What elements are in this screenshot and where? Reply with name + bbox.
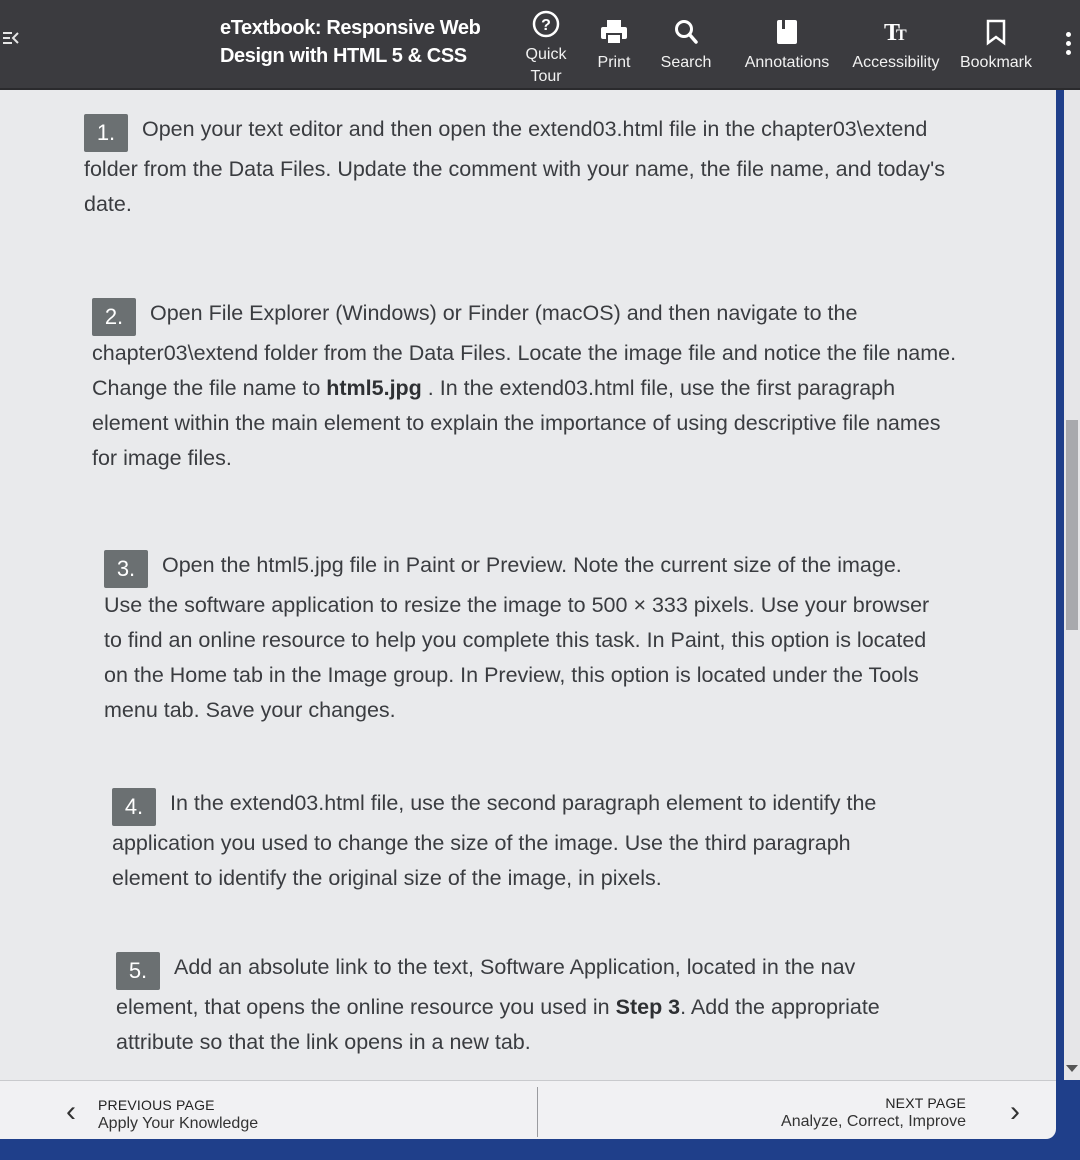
- next-page-link[interactable]: NEXT PAGE Analyze, Correct, Improve ›: [537, 1087, 1020, 1137]
- bookmark-label: Bookmark: [959, 54, 1033, 71]
- reading-pane: 1. Open your text editor and then open th…: [0, 90, 1056, 1080]
- svg-text:?: ?: [541, 17, 551, 34]
- step-text: Open the html5.jpg file in Paint or Prev…: [104, 553, 930, 722]
- previous-page-title: Apply Your Knowledge: [98, 1115, 259, 1132]
- bookmark-button[interactable]: Bookmark: [954, 14, 1038, 74]
- step-text: Open your text editor and then open the …: [84, 117, 945, 216]
- step-3: 3. Open the html5.jpg file in Paint or Pr…: [104, 548, 944, 728]
- next-page-title: Analyze, Correct, Improve: [781, 1113, 966, 1130]
- more-options-button[interactable]: [1060, 32, 1076, 68]
- step-number: 2.: [92, 298, 136, 336]
- quick-tour-label: Quick Tour: [525, 46, 567, 85]
- step-number: 3.: [104, 550, 148, 588]
- step-5: 5. Add an absolute link to the text, Soft…: [116, 950, 906, 1060]
- step-filename: html5.jpg: [326, 376, 422, 400]
- svg-text:T: T: [896, 27, 907, 44]
- step-reference: Step 3: [615, 995, 681, 1019]
- page-navigation: ‹ PREVIOUS PAGE Apply Your Knowledge NEX…: [0, 1080, 1056, 1139]
- search-button[interactable]: Search: [656, 14, 716, 74]
- annotations-button[interactable]: Annotations: [738, 14, 836, 74]
- print-label: Print: [597, 54, 631, 71]
- chevron-left-icon: ‹: [66, 1095, 76, 1128]
- scrollbar-thumb[interactable]: [1066, 420, 1078, 630]
- vertical-scrollbar[interactable]: [1064, 90, 1080, 1080]
- step-1: 1. Open your text editor and then open th…: [84, 112, 954, 222]
- step-2: 2. Open File Explorer (Windows) or Finder…: [92, 296, 962, 476]
- step-text: In the extend03.html file, use the secon…: [112, 791, 877, 890]
- search-icon: [656, 18, 716, 52]
- text-size-icon: T T: [846, 18, 946, 52]
- bookmark-icon: [954, 18, 1038, 52]
- quick-tour-button[interactable]: ? Quick Tour: [518, 6, 574, 88]
- previous-page-link[interactable]: ‹ PREVIOUS PAGE Apply Your Knowledge: [66, 1087, 536, 1137]
- print-button[interactable]: Print: [590, 14, 638, 74]
- accessibility-label: Accessibility: [852, 54, 940, 71]
- step-number: 1.: [84, 114, 128, 152]
- step-number: 4.: [112, 788, 156, 826]
- print-icon: [590, 18, 638, 52]
- annotations-label: Annotations: [744, 54, 830, 71]
- chevron-right-icon: ›: [1010, 1095, 1020, 1128]
- top-toolbar: eTextbook: Responsive Web Design with HT…: [0, 0, 1080, 90]
- scroll-down-arrow-icon[interactable]: [1066, 1065, 1078, 1072]
- accessibility-button[interactable]: T T Accessibility: [846, 14, 946, 74]
- book-title: eTextbook: Responsive Web Design with HT…: [220, 17, 481, 67]
- previous-page-label: PREVIOUS PAGE: [98, 1097, 215, 1113]
- next-page-label: NEXT PAGE: [885, 1095, 966, 1111]
- step-number: 5.: [116, 952, 160, 990]
- search-label: Search: [660, 54, 712, 71]
- collapse-menu-button[interactable]: [0, 26, 22, 56]
- collapse-icon: [3, 32, 19, 44]
- notebook-icon: [738, 18, 836, 52]
- help-icon: ?: [518, 10, 574, 44]
- step-4: 4. In the extend03.html file, use the sec…: [112, 786, 902, 896]
